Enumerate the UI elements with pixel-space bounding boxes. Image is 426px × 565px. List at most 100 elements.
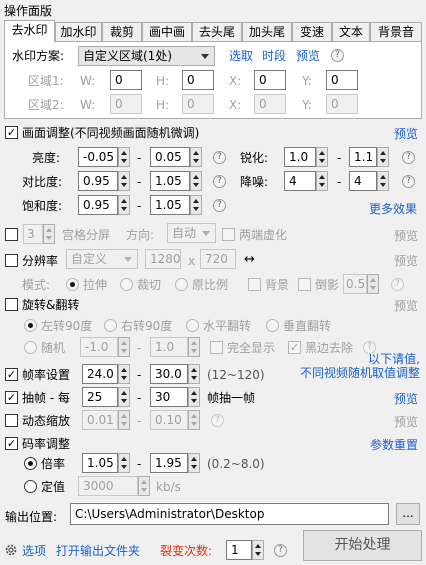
random-min-spinner[interactable] [118,337,130,357]
output-path-input[interactable]: C:\Users\Administrator\Desktop [70,503,389,525]
resolution-width-input[interactable]: 1280 [145,249,181,269]
flip-vertical-radio[interactable] [266,319,279,332]
zoom-preview-link[interactable]: 预览 [394,414,418,430]
denoise-max-spinner[interactable] [377,171,389,191]
select-region-link[interactable]: 选取 [229,48,253,64]
full-display-checkbox[interactable] [210,341,223,354]
sharpen-min-input[interactable]: 1.0 [284,147,316,167]
bitrate-fixed-spinner[interactable] [138,476,150,496]
grid-preview-link[interactable]: 预览 [394,228,418,244]
options-link[interactable]: 选项 [22,543,46,559]
framerate-min-spinner[interactable] [118,364,130,384]
random-rotate-radio[interactable] [24,341,37,354]
denoise-max-input[interactable]: 4 [349,171,377,191]
tab-background-music[interactable]: 背景音 [370,22,422,41]
mode-original-ratio-radio[interactable] [175,278,188,291]
help-icon[interactable]: ? [213,151,226,164]
help-icon[interactable]: ? [391,278,404,291]
direction-select[interactable]: 自动 [167,223,216,243]
reflection-input[interactable]: 0.5 [343,274,367,294]
edge-blur-checkbox[interactable] [222,228,235,241]
help-icon[interactable]: ? [213,175,226,188]
frame-drop-preview-link[interactable]: 预览 [394,391,418,407]
region2-w-input[interactable]: 0 [110,94,142,114]
rotate-left-radio[interactable] [24,319,37,332]
denoise-min-input[interactable]: 4 [284,171,316,191]
picture-adjust-checkbox[interactable]: ✓ [5,126,18,139]
watermark-preview-link[interactable]: 预览 [296,48,320,64]
mode-crop-radio[interactable] [120,278,133,291]
tab-text[interactable]: 文本 [332,22,370,41]
help-icon[interactable]: ? [211,414,224,427]
frame-drop-to-spinner[interactable] [188,387,200,407]
swap-icon[interactable]: ↔ [244,252,255,268]
bitrate-fixed-input[interactable]: 3000 [78,476,138,496]
bitrate-checkbox[interactable]: ✓ [5,437,18,450]
brightness-max-spinner[interactable] [190,147,202,167]
grid-count-input[interactable]: 3 [23,224,43,244]
tab-add-watermark[interactable]: 加水印 [55,22,102,41]
grid-split-checkbox[interactable] [5,228,18,241]
mode-stretch-radio[interactable] [66,278,79,291]
saturation-min-spinner[interactable] [118,195,130,215]
sharpen-max-input[interactable]: 1.1 [349,147,377,167]
multiplier-max-spinner[interactable] [188,453,200,473]
frame-drop-checkbox[interactable]: ✓ [5,391,18,404]
random-max-spinner[interactable] [188,337,200,357]
help-icon[interactable]: ? [402,175,415,188]
reflection-checkbox[interactable] [298,278,311,291]
flip-horizontal-radio[interactable] [186,319,199,332]
time-range-link[interactable]: 时段 [262,48,286,64]
zoom-min-input[interactable]: 0.01 [82,410,118,430]
rotate-checkbox[interactable] [5,298,18,311]
more-effects-link[interactable]: 更多效果 [369,201,417,217]
sharpen-max-spinner[interactable] [377,147,389,167]
saturation-min-input[interactable]: 0.95 [78,195,118,215]
zoom-min-spinner[interactable] [118,410,130,430]
framerate-min-input[interactable]: 24.0 [82,364,118,384]
reset-params-link[interactable]: 参数重置 [370,437,418,453]
multiplier-min-spinner[interactable] [118,453,130,473]
resolution-preview-link[interactable]: 预览 [394,253,418,269]
sharpen-min-spinner[interactable] [316,147,328,167]
region1-y-input[interactable]: 0 [326,70,358,90]
region1-x-input[interactable]: 0 [254,70,286,90]
tab-crop[interactable]: 裁剪 [102,22,142,41]
fission-count-input[interactable]: 1 [226,540,252,560]
region1-w-input[interactable]: 0 [110,70,142,90]
tab-trim-ends[interactable]: 去头尾 [192,22,242,41]
region1-h-input[interactable]: 0 [182,70,214,90]
denoise-min-spinner[interactable] [316,171,328,191]
resolution-preset-select[interactable]: 自定义 [66,249,138,269]
contrast-max-input[interactable]: 1.05 [150,171,190,191]
framerate-max-spinner[interactable] [188,364,200,384]
rotate-right-radio[interactable] [104,319,117,332]
contrast-min-spinner[interactable] [118,171,130,191]
open-output-folder-link[interactable]: 打开输出文件夹 [56,543,140,559]
region2-h-input[interactable]: 0 [182,94,214,114]
random-max-input[interactable]: 1.0 [150,337,188,357]
framerate-checkbox[interactable]: ✓ [5,368,18,381]
browse-button[interactable]: ... [396,503,420,525]
tab-remove-watermark[interactable]: 去水印 [4,20,55,42]
fission-count-spinner[interactable] [252,540,264,560]
zoom-max-input[interactable]: 0.10 [150,410,188,430]
brightness-min-spinner[interactable] [118,147,130,167]
saturation-max-input[interactable]: 1.05 [150,195,190,215]
random-min-input[interactable]: -1.0 [80,337,118,357]
multiplier-max-input[interactable]: 1.95 [150,453,188,473]
tab-add-ends[interactable]: 加头尾 [242,22,292,41]
framerate-max-input[interactable]: 30.0 [150,364,188,384]
bitrate-multiplier-radio[interactable] [24,457,37,470]
dynamic-zoom-checkbox[interactable] [5,414,18,427]
scheme-select[interactable]: 自定义区域(1处) [78,46,215,66]
region2-y-input[interactable]: 0 [326,94,358,114]
reflection-spinner[interactable] [367,274,379,294]
background-checkbox[interactable] [248,278,261,291]
frame-drop-to-input[interactable]: 30 [150,387,188,407]
remove-black-checkbox[interactable]: ✓ [288,341,301,354]
help-icon[interactable]: ? [274,544,287,557]
contrast-max-spinner[interactable] [190,171,202,191]
picture-preview-link[interactable]: 预览 [394,126,418,142]
gear-icon[interactable] [4,543,18,557]
